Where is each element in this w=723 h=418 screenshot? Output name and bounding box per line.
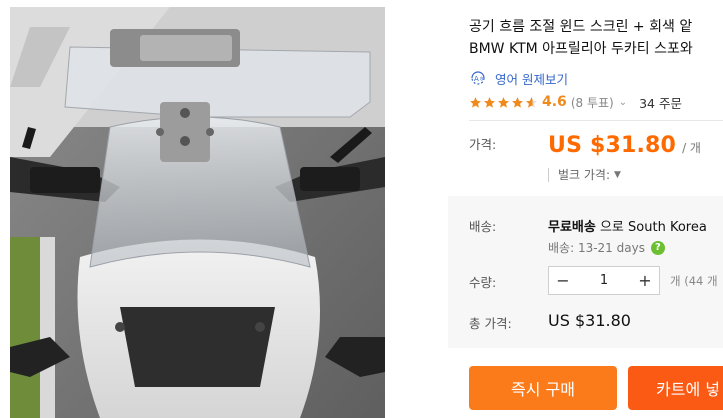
minus-icon[interactable]: − <box>549 267 577 294</box>
plus-icon[interactable]: + <box>631 267 659 294</box>
shipping-label: 배송: <box>469 219 497 234</box>
product-photo[interactable] <box>10 7 385 418</box>
bulk-price-label: 벌크 가격: <box>558 168 611 182</box>
shipping-info[interactable]: 무료배송 으로 South Korea <box>548 216 707 235</box>
view-original-label: 영어 원제보기 <box>495 71 568 87</box>
quantity-label: 수량: <box>469 275 497 290</box>
svg-text:ㅎ: ㅎ <box>479 76 485 83</box>
view-original-link[interactable]: A ㅎ 영어 원제보기 <box>469 68 568 88</box>
star-icon <box>484 96 495 108</box>
rating-row: 4.6 (8 투표) ⌄ 34 주문 <box>469 92 682 112</box>
total-price-label: 총 가격: <box>469 316 512 331</box>
price-row: US $31.80 / 개 <box>548 133 701 158</box>
rating-score: 4.6 <box>542 94 567 110</box>
star-half-icon <box>526 96 537 108</box>
bulk-price-toggle[interactable]: 벌크 가격: ▼ <box>548 166 621 183</box>
translate-icon: A ㅎ <box>469 70 487 86</box>
divider-bar <box>548 167 549 182</box>
product-title-line-2: BMW KTM 아프릴리아 두카티 스포와 <box>469 41 693 57</box>
help-icon[interactable]: ? <box>650 240 665 255</box>
shipping-destination: South Korea <box>628 220 707 235</box>
price-unit: / 개 <box>682 141 701 155</box>
star-icon <box>512 96 523 108</box>
quantity-stepper: − 1 + <box>548 266 660 295</box>
price-value: US $31.80 <box>548 133 677 158</box>
rating-votes[interactable]: (8 투표) <box>571 94 614 111</box>
add-to-cart-button[interactable]: 카트에 넣 <box>628 366 723 410</box>
price-label: 가격: <box>469 137 497 152</box>
shipping-connector: 으로 <box>595 220 629 235</box>
order-count: 34 주문 <box>639 95 682 111</box>
shipping-eta: 배송: 13-21 days <box>548 241 645 255</box>
star-rating <box>469 96 539 109</box>
shipping-method: 무료배송 <box>548 220 596 235</box>
product-title: 공기 흐름 조절 윈드 스크린 + 회색 앝 BMW KTM 아프릴리아 두카티… <box>469 16 723 60</box>
divider <box>469 120 723 121</box>
available-quantity: 개 (44 개 <box>670 274 718 288</box>
product-image-area <box>0 0 440 418</box>
chevron-down-icon[interactable]: ⌄ <box>619 97 627 108</box>
star-icon <box>470 96 481 108</box>
caret-down-icon: ▼ <box>614 169 621 180</box>
quantity-input[interactable]: 1 <box>577 273 631 288</box>
windscreen-photo-illustration <box>10 7 385 418</box>
shipping-eta-row: 배송: 13-21 days ? <box>548 239 665 256</box>
star-icon <box>498 96 509 108</box>
product-title-line-1: 공기 흐름 조절 윈드 스크린 + 회색 앝 <box>469 19 693 35</box>
total-price-value: US $31.80 <box>548 311 631 330</box>
buy-now-button[interactable]: 즉시 구매 <box>469 366 617 410</box>
